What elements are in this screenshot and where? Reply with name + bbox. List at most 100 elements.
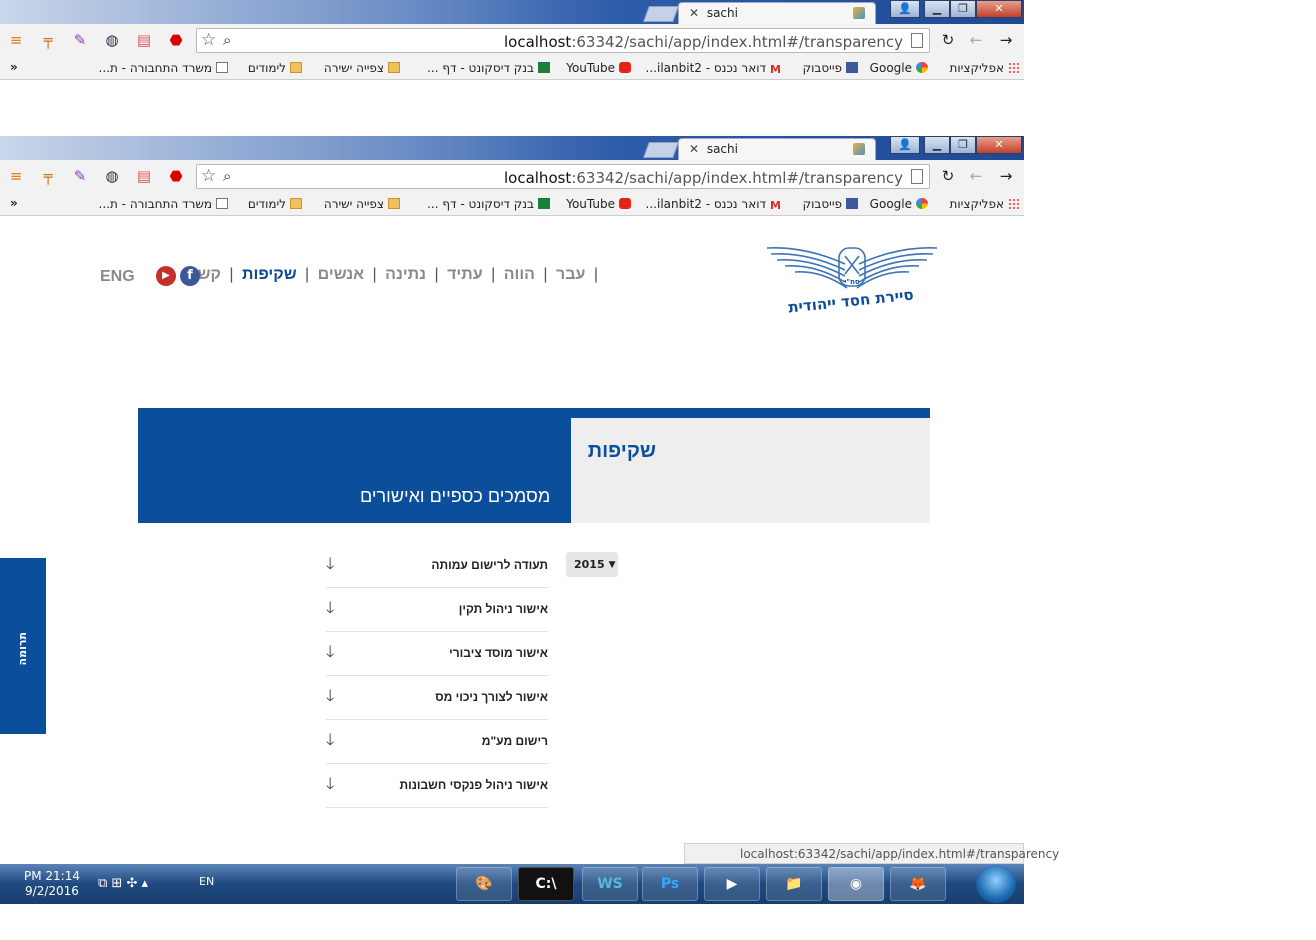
menu-icon[interactable]: ≡ (6, 166, 26, 186)
bookmark-live-view[interactable]: צפייה ישירה (324, 61, 400, 75)
browser-toolbar: ≡ ╤ ✎ ◍ ▤ ⬣ ☆ ⌕ localhost:63342/sachi/ap… (0, 160, 1024, 192)
bookmark-gmail[interactable]: Mדואר נכנס - ilanbit2... (646, 61, 781, 75)
facebook-icon[interactable]: f (180, 266, 200, 286)
nav-item-present[interactable]: הווה (504, 266, 535, 283)
bookmark-apps[interactable]: אפליקציות (950, 197, 1020, 211)
zoom-icon[interactable]: ⌕ (223, 31, 231, 49)
youtube-icon[interactable]: ▶ (156, 266, 176, 286)
close-tab-icon[interactable]: ✕ (689, 3, 703, 23)
chrome-app-icon[interactable]: ◉ (828, 867, 884, 901)
bookmarks-overflow-button[interactable]: » (10, 60, 18, 74)
reload-icon[interactable]: ↻ (938, 30, 958, 50)
nav-item-people[interactable]: אנשים (318, 266, 364, 283)
bookmark-star-icon[interactable]: ☆ (201, 166, 216, 186)
bookmark-star-icon[interactable]: ☆ (201, 30, 216, 50)
reload-icon[interactable]: ↻ (938, 166, 958, 186)
bookmark-transport-ministry[interactable]: משרד התחבורה - ת... (99, 61, 228, 75)
download-arrow-icon[interactable]: 🡓 (326, 685, 334, 712)
nav-item-transparency[interactable]: שקיפות (242, 266, 297, 283)
browser-tab[interactable]: ✕ sachi (678, 2, 876, 24)
document-item[interactable]: 🡓 אישור מוסד ציבורי (326, 632, 548, 676)
webstorm-app-icon[interactable]: WS (582, 867, 638, 901)
donate-tab[interactable]: תרומה (0, 558, 46, 734)
extension-icon[interactable]: ╤ (38, 30, 58, 50)
nav-item-giving[interactable]: נתינה (385, 266, 426, 283)
bookmark-google[interactable]: Google (870, 197, 928, 211)
download-arrow-icon[interactable]: 🡓 (326, 597, 334, 624)
bookmark-discount-bank[interactable]: בנק דיסקונט - דף ... (427, 197, 550, 211)
input-language[interactable]: EN (199, 875, 214, 888)
restore-button[interactable]: ❐ (950, 0, 976, 18)
user-icon[interactable]: 👤 (890, 0, 920, 18)
taskbar-clock[interactable]: PM 21:14 9/2/2016 (24, 869, 80, 899)
minimize-button[interactable]: ▁ (924, 0, 950, 18)
forward-icon[interactable]: ← (966, 30, 986, 50)
bookmark-transport-ministry[interactable]: משרד התחבורה - ת... (99, 197, 228, 211)
year-select[interactable]: 2015 ▼ (566, 552, 618, 577)
cmd-app-icon[interactable]: C:\ (518, 867, 574, 901)
document-item[interactable]: 🡓 תעודה לרישום עמותה (326, 544, 548, 588)
document-item[interactable]: 🡓 אישור לצורך ניכוי מס (326, 676, 548, 720)
back-icon[interactable]: → (996, 166, 1016, 186)
address-bar[interactable]: ☆ ⌕ localhost:63342/sachi/app/index.html… (196, 164, 930, 189)
bookmark-gmail[interactable]: Mדואר נכנס - ilanbit2... (646, 197, 781, 211)
calendar-extension-icon[interactable]: ▤ (134, 166, 154, 186)
document-item[interactable]: 🡓 אישור ניהול תקין (326, 588, 548, 632)
bookmark-facebook[interactable]: פייסבוק (803, 61, 858, 75)
adblock-icon[interactable]: ⬣ (166, 30, 186, 50)
document-item[interactable]: 🡓 אישור ניהול פנקסי חשבונות (326, 764, 548, 808)
media-player-app-icon[interactable]: ▶ (704, 867, 760, 901)
bookmark-youtube[interactable]: YouTube (566, 61, 631, 75)
bookmark-facebook[interactable]: פייסבוק (803, 197, 858, 211)
address-bar[interactable]: ☆ ⌕ localhost:63342/sachi/app/index.html… (196, 28, 930, 53)
bookmark-studies[interactable]: לימודים (248, 61, 302, 75)
menu-icon[interactable]: ≡ (6, 30, 26, 50)
restore-button[interactable]: ❐ (950, 136, 976, 154)
paint-app-icon[interactable]: 🎨 (456, 867, 512, 901)
close-window-button[interactable]: ✕ (976, 136, 1022, 154)
minimize-button[interactable]: ▁ (924, 136, 950, 154)
close-tab-icon[interactable]: ✕ (689, 139, 703, 159)
bookmark-studies[interactable]: לימודים (248, 197, 302, 211)
gmail-icon: M (770, 199, 781, 212)
feather-extension-icon[interactable]: ✎ (70, 166, 90, 186)
nav-separator: | (434, 266, 439, 283)
bookmark-live-view[interactable]: צפייה ישירה (324, 197, 400, 211)
bookmark-youtube[interactable]: YouTube (566, 197, 631, 211)
site-logo[interactable]: סח"י סיירת חסד ייהודית (765, 244, 939, 314)
zoom-icon[interactable]: ⌕ (223, 167, 231, 185)
new-tab-button[interactable] (643, 6, 679, 22)
back-icon[interactable]: → (996, 30, 1016, 50)
firefox-app-icon[interactable]: 🦊 (890, 867, 946, 901)
bookmark-discount-bank[interactable]: בנק דיסקונט - דף ... (427, 61, 550, 75)
download-arrow-icon[interactable]: 🡓 (326, 641, 334, 668)
title-bar[interactable]: ✕ sachi 👤 ▁ ❐ ✕ (0, 136, 1024, 160)
extension-icon[interactable]: ╤ (38, 166, 58, 186)
new-tab-button[interactable] (643, 142, 679, 158)
adblock-icon[interactable]: ⬣ (166, 166, 186, 186)
bookmark-google[interactable]: Google (870, 61, 928, 75)
download-arrow-icon[interactable]: 🡓 (326, 553, 334, 580)
forward-icon[interactable]: ← (966, 166, 986, 186)
bookmark-apps[interactable]: אפליקציות (950, 61, 1020, 75)
download-arrow-icon[interactable]: 🡓 (326, 773, 334, 800)
globe-extension-icon[interactable]: ◍ (102, 166, 122, 186)
year-value: 2015 (574, 558, 605, 571)
browser-tab[interactable]: ✕ sachi (678, 138, 876, 160)
calendar-extension-icon[interactable]: ▤ (134, 30, 154, 50)
title-bar[interactable]: ✕ sachi 👤 ▁ ❐ ✕ (0, 0, 1024, 24)
user-icon[interactable]: 👤 (890, 136, 920, 154)
language-switch[interactable]: ENG (100, 268, 135, 286)
close-window-button[interactable]: ✕ (976, 0, 1022, 18)
nav-item-past[interactable]: עבר (556, 266, 585, 283)
bookmarks-overflow-button[interactable]: » (10, 196, 18, 210)
start-button[interactable] (976, 865, 1016, 903)
document-item[interactable]: 🡓 רישום מע"מ (326, 720, 548, 764)
feather-extension-icon[interactable]: ✎ (70, 30, 90, 50)
system-tray-icons[interactable]: ⧉ ⊞ ✣ ▴ (98, 876, 148, 891)
explorer-app-icon[interactable]: 📁 (766, 867, 822, 901)
download-arrow-icon[interactable]: 🡓 (326, 729, 334, 756)
photoshop-app-icon[interactable]: Ps (642, 867, 698, 901)
nav-item-future[interactable]: עתיד (447, 266, 483, 283)
globe-extension-icon[interactable]: ◍ (102, 30, 122, 50)
